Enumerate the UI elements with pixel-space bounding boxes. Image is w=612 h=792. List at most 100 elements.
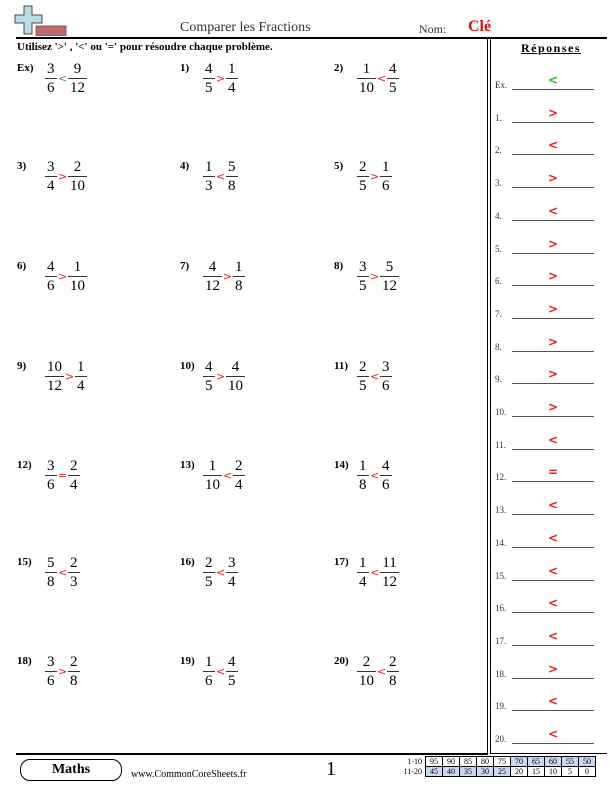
problem: 13) 1 10 < 2 4 (180, 459, 330, 499)
numerator: 4 (228, 654, 236, 670)
left-fraction: 2 10 (357, 655, 376, 689)
answer-label: 13. (495, 505, 507, 516)
numerator: 2 (359, 359, 367, 375)
answer-label: 14. (495, 537, 507, 548)
left-fraction: 1 6 (203, 655, 215, 689)
answer-row: 12. = (495, 462, 605, 483)
denominator: 8 (359, 477, 367, 493)
denominator: 4 (47, 178, 55, 194)
score-cell: 65 (527, 756, 545, 767)
fraction-bar (68, 671, 80, 672)
answer-line (512, 710, 594, 712)
denominator: 5 (205, 80, 213, 96)
answer-line (512, 677, 594, 679)
answer-value: > (547, 661, 559, 676)
footer-divider (16, 753, 488, 755)
answer-line (512, 219, 594, 221)
problem-number: 19) (180, 655, 195, 667)
score-range: 11-20 (403, 767, 422, 776)
numerator: 1 (205, 654, 213, 670)
answer-line (512, 644, 594, 646)
right-fraction: 4 5 (226, 655, 238, 689)
fraction-bar (380, 376, 392, 377)
fraction-bar (45, 78, 57, 79)
answer-label: 16. (495, 603, 507, 614)
answer-line (512, 285, 594, 287)
comparison-symbol: < (370, 469, 380, 482)
score-cell: 20 (510, 766, 528, 777)
answer-label: 20. (495, 734, 507, 744)
right-fraction: 2 3 (68, 556, 80, 590)
score-cell: 30 (476, 766, 494, 777)
denominator: 4 (228, 574, 236, 590)
problem: 3) 3 4 > 2 10 (17, 160, 167, 200)
answer-label: 4. (495, 210, 502, 221)
denominator: 4 (359, 574, 367, 590)
fraction-bar (357, 475, 369, 476)
answer-label: 17. (495, 635, 507, 646)
right-fraction: 11 12 (380, 556, 399, 590)
answer-row: 6. > (495, 266, 605, 287)
problem-number: 16) (180, 556, 195, 568)
problem: 12) 3 6 = 2 4 (17, 459, 167, 499)
problem-number: Ex) (17, 62, 34, 74)
answer-row: 7. > (495, 299, 605, 319)
denominator: 6 (47, 80, 55, 96)
denominator: 6 (47, 477, 55, 493)
numerator: 1 (235, 259, 243, 275)
score-row: 11-20 45 40 35 30 25 20 15 10 5 0 (394, 766, 596, 777)
numerator: 3 (359, 259, 367, 275)
right-fraction: 3 4 (226, 556, 238, 590)
answer-label: 12. (495, 472, 507, 483)
denominator: 5 (359, 278, 367, 294)
right-fraction: 5 12 (380, 260, 399, 294)
fraction-bar (226, 78, 238, 79)
problem-number: 4) (180, 160, 190, 172)
numerator: 1 (228, 61, 236, 77)
left-fraction: 2 5 (357, 160, 369, 194)
answer-value: = (547, 465, 559, 480)
denominator: 5 (359, 178, 367, 194)
denominator: 10 (228, 378, 243, 394)
problem: 9) 10 12 > 1 4 (17, 360, 167, 400)
answer-row: 17. < (495, 626, 605, 646)
denominator: 10 (205, 477, 220, 493)
problem-number: 18) (17, 655, 32, 667)
denominator: 8 (70, 673, 78, 689)
score-cell: 50 (578, 756, 596, 767)
answer-label: 18. (495, 668, 507, 679)
fraction-bar (68, 276, 87, 277)
problem-number: 6) (17, 260, 27, 272)
footer-divider (490, 753, 607, 754)
problem-number: 1) (180, 62, 190, 74)
denominator: 10 (359, 673, 374, 689)
answer-row: 8. > (495, 332, 605, 352)
comparison-symbol: < (223, 469, 233, 482)
answer-row: 16. < (495, 593, 605, 614)
problem-number: 14) (334, 459, 349, 471)
answer-value: < (547, 73, 559, 87)
problem-number: 15) (17, 556, 32, 568)
problem: 19) 1 6 < 4 5 (180, 655, 330, 695)
denominator: 6 (205, 673, 213, 689)
answer-value: > (547, 105, 559, 120)
answer-line (512, 187, 594, 189)
answer-line (512, 154, 594, 156)
numerator: 2 (389, 654, 397, 670)
answer-line (512, 416, 594, 417)
numerator: 4 (47, 259, 55, 275)
score-cell: 85 (459, 756, 477, 767)
problem-number: 9) (17, 360, 27, 372)
fraction-bar (45, 572, 57, 573)
fraction-bar (45, 276, 57, 277)
answer-line (512, 252, 594, 254)
answer-line (512, 546, 594, 548)
numerator: 1 (359, 555, 367, 571)
denominator: 6 (47, 673, 55, 689)
numerator: 11 (382, 555, 397, 571)
answer-row: 20. < (495, 724, 605, 744)
problem-number: 20) (334, 655, 349, 667)
fraction-bar (380, 572, 399, 573)
left-fraction: 3 6 (45, 459, 57, 493)
score-cell: 45 (425, 766, 443, 777)
